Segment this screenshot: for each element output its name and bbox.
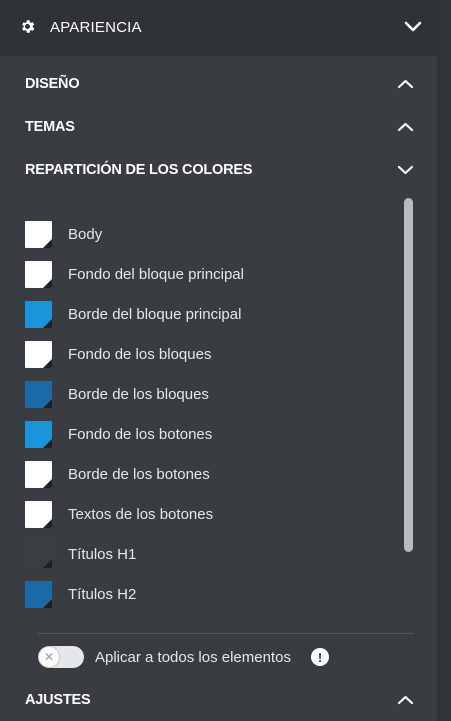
section-label: AJUSTES	[25, 692, 91, 708]
appearance-title: APARIENCIA	[50, 19, 142, 36]
color-label: Borde de los bloques	[68, 386, 209, 403]
color-swatch[interactable]	[25, 341, 52, 368]
close-icon: ✕	[39, 647, 59, 667]
color-row[interactable]: Textos de los botones	[0, 498, 400, 530]
appearance-panel: APARIENCIA DISEÑO TEMAS REPARTICIÓN DE L…	[0, 0, 437, 721]
swatch-corner-icon	[43, 399, 52, 408]
section-label: DISEÑO	[25, 76, 80, 92]
swatch-corner-icon	[43, 239, 52, 248]
color-swatch[interactable]	[25, 261, 52, 288]
color-swatch[interactable]	[25, 301, 52, 328]
color-label: Fondo del bloque principal	[68, 266, 244, 283]
color-row[interactable]: Títulos H2	[0, 578, 400, 610]
gear-icon	[22, 20, 35, 33]
color-label: Títulos H2	[68, 586, 137, 603]
chevron-down-icon	[397, 165, 414, 175]
apply-all-toggle[interactable]: ✕	[38, 646, 84, 668]
color-swatch[interactable]	[25, 381, 52, 408]
swatch-corner-icon	[43, 279, 52, 288]
color-row[interactable]: Borde de los botones	[0, 458, 400, 490]
chevron-up-icon	[397, 79, 414, 89]
section-ajustes[interactable]: AJUSTES	[0, 685, 437, 715]
section-label: REPARTICIÓN DE LOS COLORES	[25, 162, 253, 178]
swatch-corner-icon	[43, 519, 52, 528]
swatch-corner-icon	[43, 319, 52, 328]
swatch-corner-icon	[43, 599, 52, 608]
color-label: Fondo de los botones	[68, 426, 213, 443]
color-swatch[interactable]	[25, 581, 52, 608]
section-diseno[interactable]: DISEÑO	[0, 69, 437, 99]
color-swatch[interactable]	[25, 221, 52, 248]
color-label: Títulos H1	[68, 546, 137, 563]
divider	[38, 633, 414, 634]
section-label: TEMAS	[25, 119, 75, 135]
swatch-corner-icon	[43, 479, 52, 488]
swatch-corner-icon	[43, 359, 52, 368]
color-row[interactable]: Fondo de los bloques	[0, 338, 400, 370]
color-label: Borde de los botones	[68, 466, 210, 483]
apply-all-label: Aplicar a todos los elementos	[95, 649, 291, 666]
swatch-corner-icon	[43, 559, 52, 568]
chevron-down-icon	[404, 21, 422, 32]
color-swatch[interactable]	[25, 541, 52, 568]
color-swatch[interactable]	[25, 501, 52, 528]
chevron-up-icon	[397, 122, 414, 132]
section-reparticion-colores[interactable]: REPARTICIÓN DE LOS COLORES	[0, 155, 437, 185]
color-label: Textos de los botones	[68, 506, 214, 523]
section-temas[interactable]: TEMAS	[0, 112, 437, 142]
color-row[interactable]: Títulos H1	[0, 538, 400, 570]
scrollbar[interactable]	[404, 198, 413, 552]
color-label: Borde del bloque principal	[68, 306, 242, 323]
info-icon[interactable]: !	[311, 648, 329, 666]
color-row[interactable]: Fondo de los botones	[0, 418, 400, 450]
color-swatch[interactable]	[25, 421, 52, 448]
color-row[interactable]: Borde de los bloques	[0, 378, 400, 410]
color-row[interactable]: Fondo del bloque principal	[0, 258, 400, 290]
color-label: Body	[68, 226, 103, 243]
chevron-up-icon	[397, 695, 414, 705]
color-row[interactable]: Borde del bloque principal	[0, 298, 400, 330]
appearance-header[interactable]: APARIENCIA	[0, 0, 437, 56]
color-swatch[interactable]	[25, 461, 52, 488]
panel-edge	[437, 0, 451, 721]
color-label: Fondo de los bloques	[68, 346, 212, 363]
swatch-corner-icon	[43, 439, 52, 448]
color-row[interactable]: Body	[0, 218, 400, 250]
